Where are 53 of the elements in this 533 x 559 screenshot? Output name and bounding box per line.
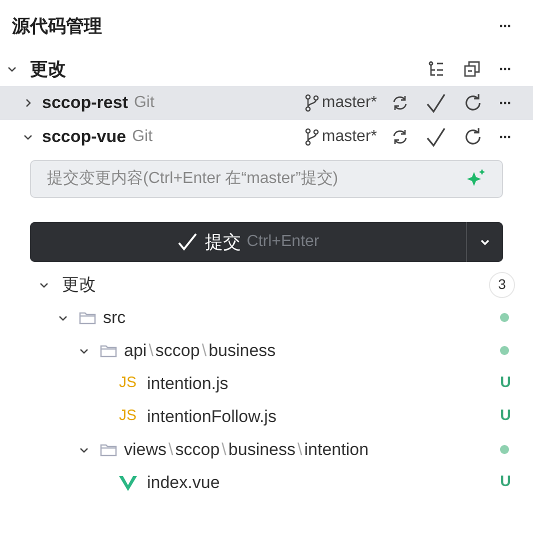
repository-type: Git: [134, 93, 156, 113]
tree-row[interactable]: index.vue U: [0, 466, 533, 499]
file-name: index.vue: [147, 472, 220, 494]
tree-row[interactable]: views\sccop\business\intention: [0, 433, 533, 466]
folder-icon: [100, 442, 118, 456]
count-badge: 3: [489, 272, 515, 298]
branch-button[interactable]: master*: [304, 125, 377, 149]
check-icon[interactable]: [425, 92, 447, 114]
folder-icon: [100, 344, 118, 358]
more-button[interactable]: ···: [499, 96, 511, 110]
shortcut-hint: Ctrl+Enter: [246, 232, 320, 252]
file-name: intentionFollow.js: [147, 406, 276, 428]
collapse-all-icon[interactable]: [463, 60, 481, 78]
check-icon[interactable]: [425, 126, 447, 148]
repository-type: Git: [132, 127, 154, 147]
js-file-icon: JS: [119, 372, 141, 395]
tree-row[interactable]: JS intentionFollow.js U: [0, 400, 533, 433]
repository-name: sccop-vue: [42, 126, 126, 148]
commit-label: 提交: [204, 230, 241, 254]
refresh-icon[interactable]: [463, 93, 483, 113]
sync-icon[interactable]: [391, 128, 409, 146]
section-title: 更改: [30, 58, 67, 80]
folder-icon: [79, 310, 97, 324]
js-file-icon: JS: [119, 405, 141, 428]
folder-name: src: [103, 306, 126, 329]
tree-row[interactable]: 更改 3: [0, 268, 533, 301]
check-icon: [176, 232, 199, 252]
untracked-status: U: [500, 472, 511, 492]
repository-row[interactable]: sccop-rest Git master* ···: [0, 86, 533, 120]
branch-icon: [304, 128, 319, 146]
tree-row[interactable]: api\sccop\business: [0, 334, 533, 367]
tree-row[interactable]: JS intention.js U: [0, 367, 533, 400]
more-button[interactable]: ···: [499, 62, 511, 76]
commit-options-button[interactable]: [466, 222, 503, 262]
refresh-icon[interactable]: [463, 127, 483, 147]
commit-message-field[interactable]: 提交变更内容(Ctrl+Enter 在“master”提交): [30, 160, 503, 198]
tree-row[interactable]: src: [0, 301, 533, 334]
repository-name: sccop-rest: [42, 92, 128, 114]
branch-button[interactable]: master*: [304, 91, 377, 115]
sync-icon[interactable]: [391, 94, 409, 112]
repository-row[interactable]: sccop-vue Git master* ···: [0, 120, 533, 154]
branch-icon: [304, 94, 319, 112]
folder-name: views\sccop\business\intention: [124, 438, 369, 461]
folder-name: api\sccop\business: [124, 340, 276, 362]
untracked-status: U: [500, 406, 511, 426]
changes-title: 更改: [62, 274, 97, 296]
vue-file-icon: [119, 474, 137, 490]
more-button[interactable]: ···: [499, 18, 511, 34]
untracked-status: U: [500, 373, 511, 394]
tree-view-icon[interactable]: [427, 60, 445, 78]
more-button[interactable]: ···: [499, 130, 511, 144]
file-name: intention.js: [147, 372, 228, 395]
panel-title: 源代码管理: [12, 14, 102, 38]
